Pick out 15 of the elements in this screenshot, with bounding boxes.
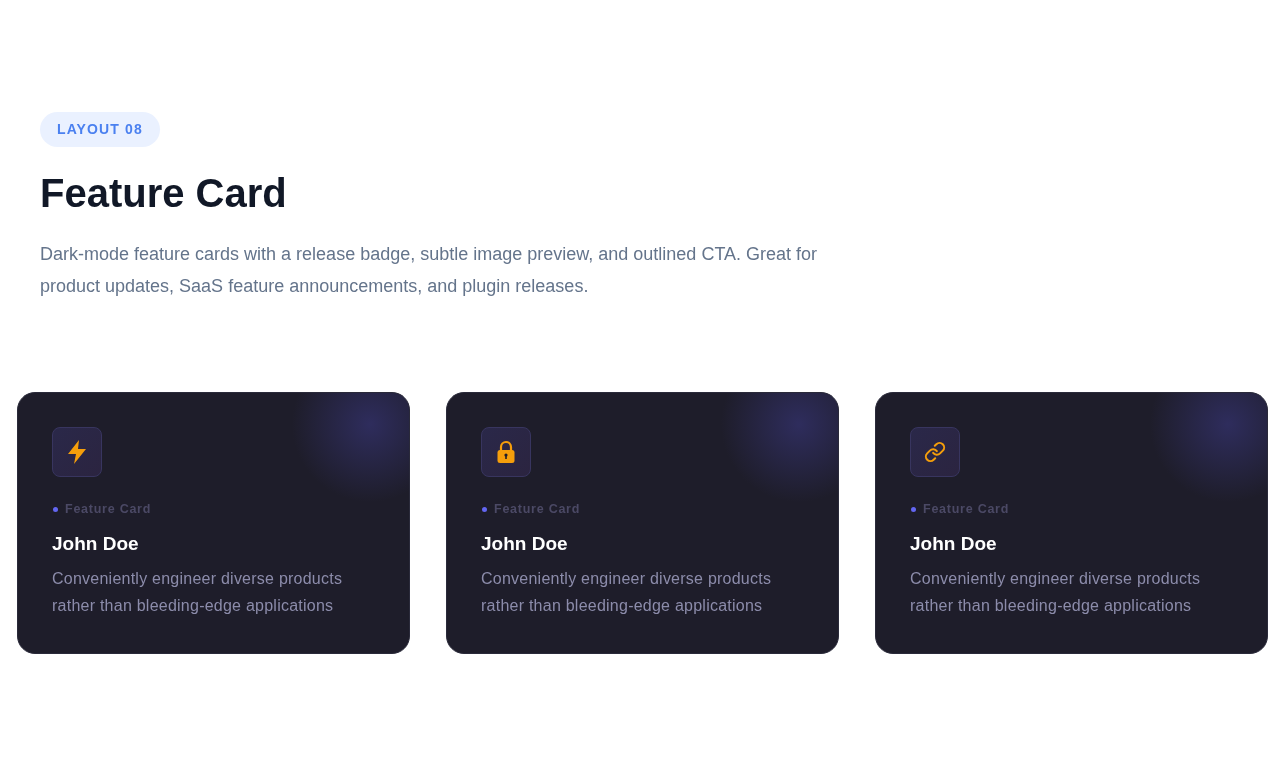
card-description: Conveniently engineer diverse products rather than bleeding-edge applications <box>52 569 344 616</box>
lightning-icon <box>52 427 102 477</box>
chain-link-icon <box>910 427 960 477</box>
page-title: Feature Card <box>40 170 288 217</box>
card-title: John Doe <box>52 532 140 556</box>
padlock-icon <box>481 427 531 477</box>
card-tag: Feature Card <box>65 501 152 517</box>
card-title: John Doe <box>910 532 998 556</box>
card-tag: Feature Card <box>494 501 581 517</box>
card-description: Conveniently engineer diverse products rather than bleeding-edge applications <box>910 569 1202 616</box>
card-tag: Feature Card <box>923 501 1010 517</box>
card-title: John Doe <box>481 532 569 556</box>
layout-tag: LAYOUT 08 <box>40 112 160 147</box>
card-description: Conveniently engineer diverse products rather than bleeding-edge applications <box>481 569 773 616</box>
page-description: Dark-mode feature cards with a release badge, subtle image preview, and outlined CTA. Great for product updates, SaaS feature announcements, and plugin releases. <box>40 243 819 298</box>
